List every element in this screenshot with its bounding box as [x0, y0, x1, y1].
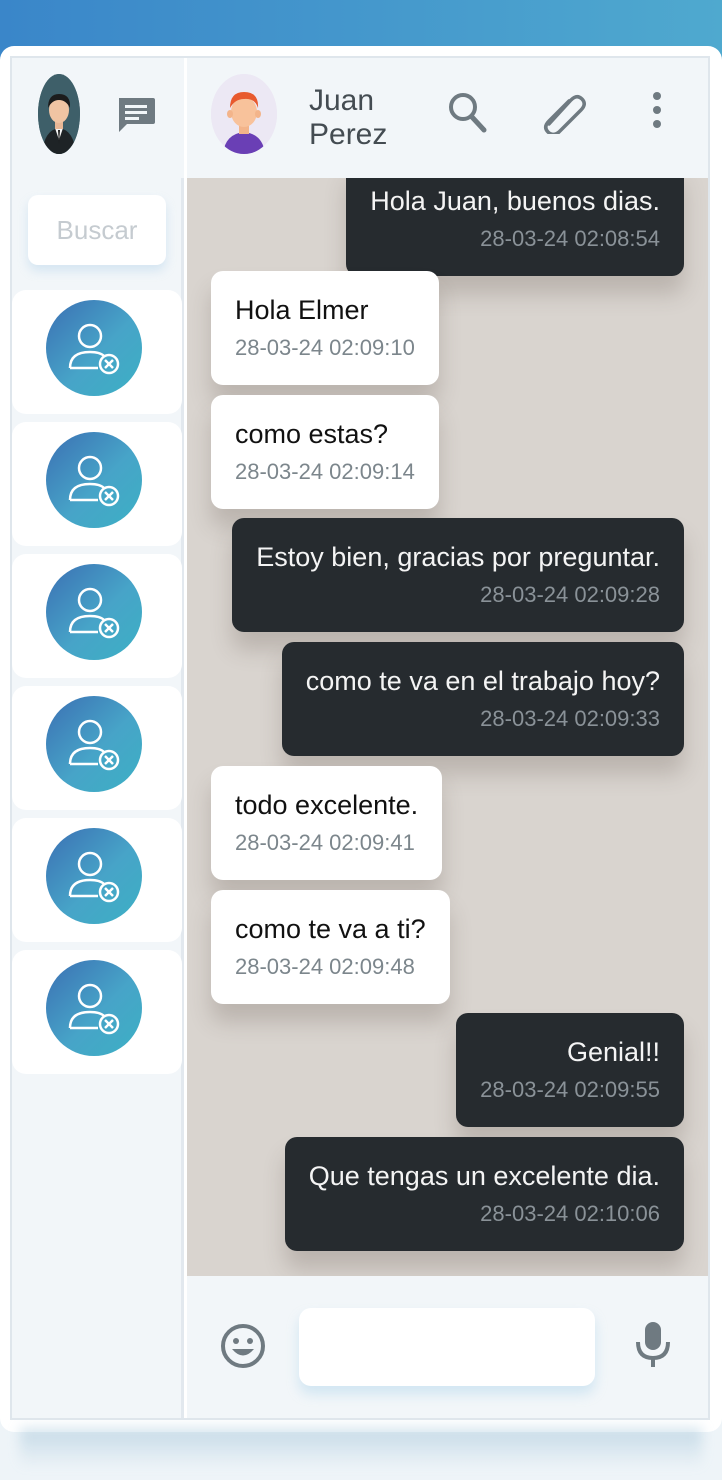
- contact-avatar-3: [46, 564, 142, 660]
- sidebar: [12, 58, 184, 1418]
- message-timestamp: 28-03-24 02:09:48: [235, 954, 415, 979]
- outgoing-message[interactable]: Hola Juan, buenos dias. 28-03-24 02:08:54: [346, 178, 684, 276]
- message-timestamp: 28-03-24 02:09:10: [235, 335, 415, 360]
- contact-item[interactable]: [12, 422, 182, 546]
- contact-avatar[interactable]: [211, 74, 277, 154]
- incoming-message[interactable]: como te va a ti? 28-03-24 02:09:48: [211, 890, 450, 1004]
- search-icon[interactable]: [447, 90, 487, 139]
- contact-avatar-4: [46, 696, 142, 792]
- contact-name: Juan Perez: [309, 84, 388, 151]
- contact-item[interactable]: [12, 686, 182, 810]
- contact-item[interactable]: [12, 818, 182, 942]
- contact-item[interactable]: [12, 554, 182, 678]
- user-removed-icon: [68, 719, 120, 771]
- user-removed-icon: [68, 851, 120, 903]
- message-text: Genial!!: [566, 1037, 660, 1067]
- outgoing-message[interactable]: como te va en el trabajo hoy? 28-03-24 02…: [281, 642, 684, 756]
- chat-header: Juan Perez: [187, 58, 708, 178]
- incoming-message[interactable]: como estas? 28-03-24 02:09:14: [211, 395, 439, 509]
- user-removed-icon: [68, 323, 120, 375]
- contact-avatar-1: [46, 300, 142, 396]
- message-timestamp: 28-03-24 02:09:41: [235, 830, 415, 855]
- outgoing-message[interactable]: Genial!! 28-03-24 02:09:55: [456, 1013, 684, 1127]
- app-shadow: [20, 1428, 702, 1468]
- contact-item[interactable]: [12, 290, 182, 414]
- chat-bubble-icon[interactable]: [116, 96, 156, 134]
- contact-item[interactable]: [12, 950, 182, 1074]
- sidebar-header: [12, 58, 184, 178]
- message-timestamp: 28-03-24 02:08:54: [480, 226, 660, 251]
- incoming-message[interactable]: todo excelente. 28-03-24 02:09:41: [211, 766, 443, 880]
- chat-footer: [187, 1276, 708, 1418]
- incoming-message[interactable]: Hola Elmer 28-03-24 02:09:10: [211, 271, 439, 385]
- contact-avatar-2: [46, 432, 142, 528]
- user-removed-icon: [68, 455, 120, 507]
- profile-avatar[interactable]: [38, 74, 80, 154]
- message-timestamp: 28-03-24 02:09:33: [480, 706, 660, 731]
- outgoing-message[interactable]: Que tengas un excelente dia. 28-03-24 02:…: [284, 1137, 684, 1251]
- message-text: Hola Juan, buenos dias.: [370, 186, 660, 216]
- outgoing-message[interactable]: Estoy bien, gracias por preguntar. 28-03-…: [232, 518, 684, 632]
- message-text: como te va a ti?: [235, 914, 426, 944]
- message-list: Hola Juan, buenos dias. 28-03-24 02:08:54…: [187, 178, 708, 1276]
- message-timestamp: 28-03-24 02:09:28: [480, 582, 660, 607]
- paperclip-icon[interactable]: [541, 90, 587, 139]
- more-vertical-icon[interactable]: [649, 90, 665, 139]
- user-removed-icon: [68, 983, 120, 1035]
- message-timestamp: 28-03-24 02:09:55: [480, 1077, 660, 1102]
- message-text: Que tengas un excelente dia.: [308, 1161, 660, 1191]
- message-text: Hola Elmer: [235, 295, 369, 325]
- message-input[interactable]: [299, 1308, 595, 1386]
- contact-avatar-6: [46, 960, 142, 1056]
- contact-avatar-5: [46, 828, 142, 924]
- user-removed-icon: [68, 587, 120, 639]
- message-text: como te va en el trabajo hoy?: [305, 666, 660, 696]
- search-input[interactable]: [28, 195, 166, 265]
- emoji-icon[interactable]: [219, 1322, 267, 1375]
- message-text: todo excelente.: [235, 790, 419, 820]
- message-timestamp: 28-03-24 02:10:06: [480, 1201, 660, 1226]
- message-timestamp: 28-03-24 02:09:14: [235, 459, 415, 484]
- microphone-icon[interactable]: [635, 1320, 671, 1373]
- message-text: como estas?: [235, 419, 389, 449]
- message-text: Estoy bien, gracias por preguntar.: [256, 542, 660, 572]
